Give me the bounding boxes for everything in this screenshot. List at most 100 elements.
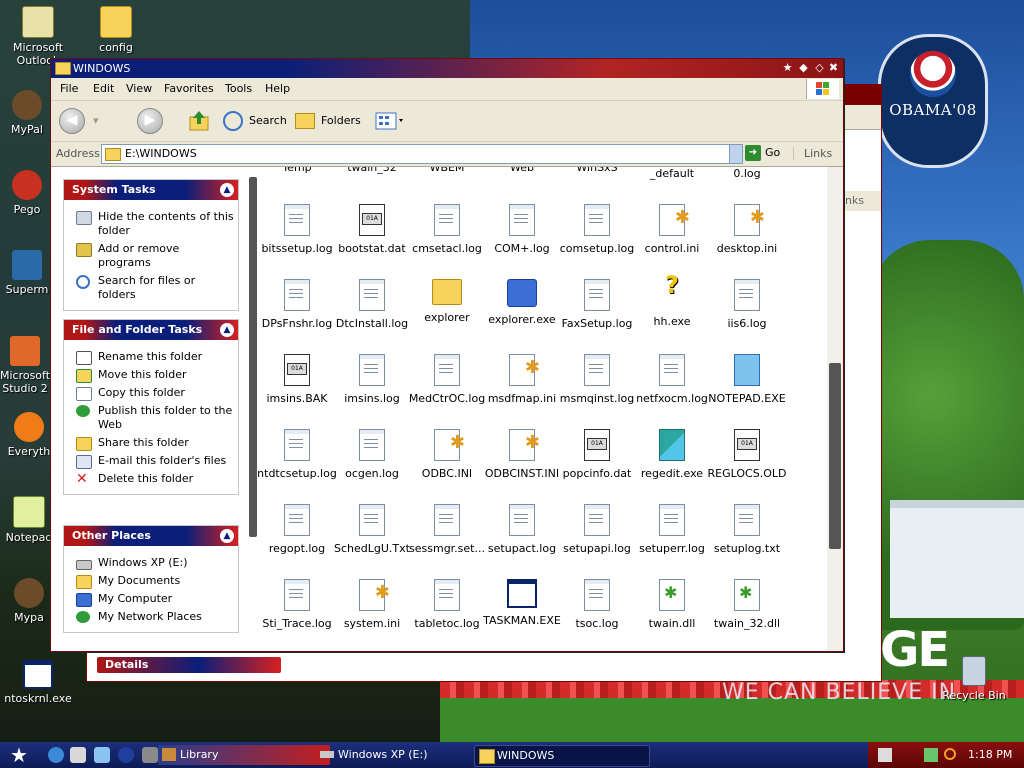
taskbar-button-windows-folder[interactable]: WINDOWS xyxy=(474,745,650,767)
file-item[interactable]: REGLOCS.OLD xyxy=(707,429,787,480)
show-desktop-icon[interactable] xyxy=(142,747,158,763)
task-search-files[interactable]: Search for files or folders xyxy=(64,272,238,304)
pane-splitter[interactable] xyxy=(247,167,257,651)
file-folder-tasks-header[interactable]: File and Folder Tasks ▲ xyxy=(64,320,238,340)
file-item[interactable]: tabletoc.log xyxy=(407,579,487,630)
menu-favorites[interactable]: Favorites xyxy=(164,82,214,95)
task-delete-folder[interactable]: ✕ Delete this folder xyxy=(64,470,238,488)
go-button[interactable]: ➜ Go xyxy=(745,145,780,161)
network-icon[interactable] xyxy=(94,747,110,763)
file-item[interactable]: tsoc.log xyxy=(557,579,637,630)
file-item[interactable]: explorer xyxy=(407,279,487,324)
file-item[interactable]: twain_32.dll xyxy=(707,579,787,630)
desktop-icon-config[interactable]: config xyxy=(78,6,154,54)
vertical-scrollbar[interactable] xyxy=(827,167,843,651)
file-item[interactable]: msmqinst.log xyxy=(557,354,637,405)
file-item[interactable]: cmsetacl.log xyxy=(407,204,487,255)
splitter-handle[interactable] xyxy=(249,177,257,537)
address-dropdown-button[interactable] xyxy=(729,144,743,164)
file-item[interactable]: _default xyxy=(632,167,712,180)
folders-button[interactable]: Folders xyxy=(295,108,361,134)
taskbar-button-windows-xp-drive[interactable]: Windows XP (E:) xyxy=(316,745,488,765)
scrollbar-thumb[interactable] xyxy=(829,363,841,549)
back-dropdown[interactable]: ▾ xyxy=(93,108,99,134)
keyboard-icon[interactable] xyxy=(878,748,892,762)
start-button[interactable]: ★ xyxy=(4,744,34,766)
file-item[interactable]: DtcInstall.log xyxy=(332,279,412,330)
file-item[interactable]: ntdtcsetup.log xyxy=(257,429,337,480)
file-item[interactable]: msdfmap.ini xyxy=(482,354,562,405)
file-item[interactable]: WBEM xyxy=(407,167,487,174)
task-email-files[interactable]: E-mail this folder's files xyxy=(64,452,238,470)
file-item[interactable]: NOTEPAD.EXE xyxy=(707,354,787,405)
file-item[interactable]: ? hh.exe xyxy=(632,273,712,328)
menu-file[interactable]: File xyxy=(60,82,78,95)
views-button[interactable] xyxy=(375,108,405,134)
file-item[interactable]: bootstat.dat xyxy=(332,204,412,255)
file-item[interactable]: comsetup.log xyxy=(557,204,637,255)
address-input[interactable]: E:\WINDOWS xyxy=(101,144,731,164)
menu-view[interactable]: View xyxy=(126,82,152,95)
back-button[interactable]: ◀ xyxy=(59,108,85,134)
minimize-button[interactable]: ◆ xyxy=(796,61,811,75)
collapse-chevron-icon[interactable]: ▲ xyxy=(220,323,234,337)
place-my-documents[interactable]: My Documents xyxy=(64,572,238,590)
file-item[interactable]: setupapi.log xyxy=(557,504,637,555)
file-item[interactable]: setuperr.log xyxy=(632,504,712,555)
file-item[interactable]: SchedLgU.Txt xyxy=(332,504,412,555)
desktop-icon-recycle-bin[interactable]: Recycle Bin xyxy=(936,656,1012,702)
star-icon[interactable]: ★ xyxy=(780,61,795,75)
collapse-chevron-icon[interactable]: ▲ xyxy=(220,183,234,197)
file-item[interactable]: TASKMAN.EXE xyxy=(482,579,562,627)
search-button[interactable]: Search xyxy=(223,108,287,134)
tools-icon[interactable] xyxy=(70,747,86,763)
up-button[interactable] xyxy=(187,108,211,134)
file-item[interactable]: WinSxS xyxy=(557,167,637,174)
desktop-icon-ntoskrnl[interactable]: ntoskrnl.exe xyxy=(0,660,76,705)
file-item[interactable]: desktop.ini xyxy=(707,204,787,255)
menu-tools[interactable]: Tools xyxy=(225,82,252,95)
file-item[interactable]: ODBCINST.INI xyxy=(482,429,562,480)
file-item[interactable]: Sti_Trace.log xyxy=(257,579,337,630)
file-item[interactable]: MedCtrOC.log xyxy=(407,354,487,405)
file-item[interactable]: twain.dll xyxy=(632,579,712,630)
menu-edit[interactable]: Edit xyxy=(93,82,114,95)
task-add-remove-programs[interactable]: Add or remove programs xyxy=(64,240,238,272)
file-item[interactable]: twain_32 xyxy=(332,167,412,174)
media-player-icon[interactable] xyxy=(118,747,134,763)
maximize-button[interactable]: ◇ xyxy=(812,61,827,75)
place-my-network-places[interactable]: My Network Places xyxy=(64,608,238,626)
background-window-links[interactable]: nks xyxy=(841,191,881,211)
search-tray-icon[interactable] xyxy=(944,748,956,760)
file-item[interactable]: netfxocm.log xyxy=(632,354,712,405)
task-publish-web[interactable]: Publish this folder to the Web xyxy=(64,402,238,434)
other-places-header[interactable]: Other Places ▲ xyxy=(64,526,238,546)
task-hide-contents[interactable]: Hide the contents of this folder xyxy=(64,208,238,240)
forward-button[interactable]: ▶ xyxy=(137,108,163,134)
file-item[interactable]: iis6.log xyxy=(707,279,787,330)
menu-help[interactable]: Help xyxy=(265,82,290,95)
task-share-folder[interactable]: Share this folder xyxy=(64,434,238,452)
window-titlebar[interactable]: WINDOWS ★ ◆ ◇ ✖ xyxy=(51,59,843,78)
task-copy-folder[interactable]: Copy this folder xyxy=(64,384,238,402)
file-item[interactable]: popcinfo.dat xyxy=(557,429,637,480)
file-item[interactable]: regopt.log xyxy=(257,504,337,555)
file-item[interactable]: 0.log xyxy=(707,167,787,180)
file-item[interactable]: regedit.exe xyxy=(632,429,712,480)
file-item[interactable]: system.ini xyxy=(332,579,412,630)
file-item[interactable]: sessmgr.set... xyxy=(407,504,487,555)
file-item[interactable]: setuplog.txt xyxy=(707,504,787,555)
file-item[interactable]: imsins.BAK xyxy=(257,354,337,405)
file-item[interactable]: Temp xyxy=(257,167,337,174)
file-item[interactable]: imsins.log xyxy=(332,354,412,405)
network-tray-icon[interactable] xyxy=(924,748,938,762)
place-my-computer[interactable]: My Computer xyxy=(64,590,238,608)
file-item[interactable]: setupact.log xyxy=(482,504,562,555)
file-item[interactable]: Web xyxy=(482,167,562,174)
close-button[interactable]: ✖ xyxy=(826,61,841,75)
collapse-chevron-icon[interactable]: ▲ xyxy=(220,529,234,543)
place-windows-xp-drive[interactable]: Windows XP (E:) xyxy=(64,554,238,572)
file-item[interactable]: explorer.exe xyxy=(482,279,562,326)
details-panel-header[interactable]: Details xyxy=(97,657,281,673)
clock[interactable]: 1:18 PM xyxy=(968,748,1012,761)
